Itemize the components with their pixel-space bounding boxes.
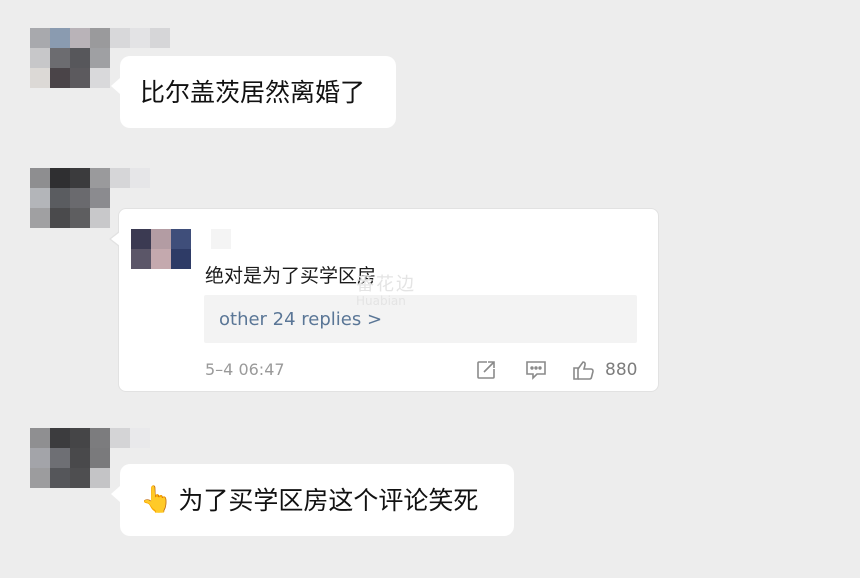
watermark-line2: Huabian [356,294,406,308]
message-bubble[interactable]: 👆 为了买学区房这个评论笑死 [111,464,514,536]
comment-icon[interactable] [524,359,548,385]
watermark-line1: 番花边 [356,274,416,295]
thumbs-up-icon[interactable] [572,359,598,385]
like-count: 880 [605,360,638,380]
share-icon[interactable] [475,359,497,385]
message-text: 为了买学区房这个评论笑死 [178,485,479,515]
comment-text: 绝对是为了买学区房 [205,265,377,287]
comment-timestamp: 5–4 06:47 [205,360,285,379]
watermark: 番花边 Huabian [356,270,506,310]
replies-link[interactable]: other 24 replies > [219,309,382,330]
pointing-up-emoji: 👆 [140,485,173,515]
message-text: 比尔盖茨居然离婚了 [140,77,366,107]
message-bubble[interactable]: 比尔盖茨居然离婚了 [111,56,396,128]
